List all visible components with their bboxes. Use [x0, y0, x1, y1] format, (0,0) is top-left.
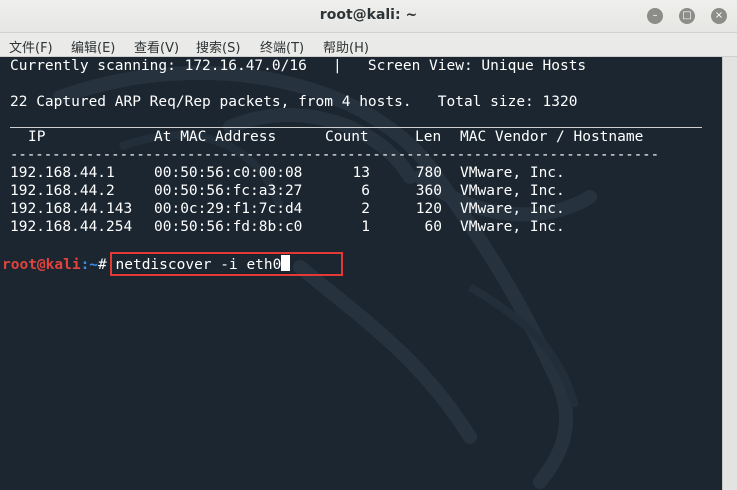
prompt-user-host: root@kali — [2, 257, 81, 273]
menu-edit[interactable]: 编辑(E) — [71, 37, 115, 56]
host-len: 60 — [424, 219, 442, 235]
capture-summary-line: 22 Captured ARP Req/Rep packets, from 4 … — [10, 94, 578, 110]
host-vendor: VMware, Inc. — [460, 219, 565, 235]
menu-search[interactable]: 搜索(S) — [196, 37, 240, 56]
host-vendor: VMware, Inc. — [460, 183, 565, 199]
host-vendor: VMware, Inc. — [460, 201, 565, 217]
scan-status-line: Currently scanning: 172.16.47.0/16 | Scr… — [10, 58, 587, 74]
menu-file[interactable]: 文件(F) — [9, 37, 53, 56]
host-count: 2 — [361, 201, 370, 217]
host-len: 120 — [415, 201, 442, 217]
maximize-icon: □ — [682, 10, 692, 21]
host-mac: 00:50:56:fd:8b:c0 — [154, 219, 303, 235]
terminal-area[interactable]: Currently scanning: 172.16.47.0/16 | Scr… — [0, 57, 722, 490]
terminal-scrollbar[interactable] — [722, 57, 737, 490]
column-header-count: Count — [325, 129, 369, 145]
minimize-button[interactable]: – — [647, 8, 663, 24]
column-header-mac: At MAC Address — [154, 129, 277, 145]
close-icon: × — [714, 10, 724, 21]
host-mac: 00:50:56:c0:00:08 — [154, 165, 303, 181]
menu-bar: 文件(F) 编辑(E) 查看(V) 搜索(S) 终端(T) 帮助(H) — [0, 33, 737, 57]
host-len: 780 — [415, 165, 442, 181]
host-vendor: VMware, Inc. — [460, 165, 565, 181]
host-mac: 00:50:56:fc:a3:27 — [154, 183, 303, 199]
host-ip: 192.168.44.254 — [10, 219, 133, 235]
title-bar[interactable]: root@kali: ~ – □ × — [0, 0, 737, 33]
table-top-rule — [10, 127, 702, 128]
menu-help[interactable]: 帮助(H) — [323, 37, 369, 56]
host-ip: 192.168.44.143 — [10, 201, 133, 217]
host-len: 360 — [415, 183, 442, 199]
maximize-button[interactable]: □ — [679, 8, 695, 24]
prompt-symbol: # — [98, 257, 107, 273]
column-header-ip: IP — [28, 129, 46, 145]
host-mac: 00:0c:29:f1:7c:d4 — [154, 201, 303, 217]
window-title: root@kali: ~ — [319, 7, 418, 23]
host-ip: 192.168.44.2 — [10, 183, 115, 199]
host-count: 13 — [352, 165, 370, 181]
column-header-vendor: MAC Vendor / Hostname — [460, 129, 644, 145]
column-header-len: Len — [415, 129, 442, 145]
prompt-path: :~ — [80, 257, 99, 273]
minimize-icon: – — [652, 10, 658, 21]
host-count: 6 — [361, 183, 370, 199]
close-button[interactable]: × — [711, 8, 727, 24]
table-dash-line: ----------------------------------------… — [10, 147, 660, 163]
menu-terminal[interactable]: 终端(T) — [260, 37, 304, 56]
host-ip: 192.168.44.1 — [10, 165, 115, 181]
host-count: 1 — [361, 219, 370, 235]
menu-view[interactable]: 查看(V) — [134, 37, 179, 56]
command-highlight-box — [110, 252, 343, 276]
